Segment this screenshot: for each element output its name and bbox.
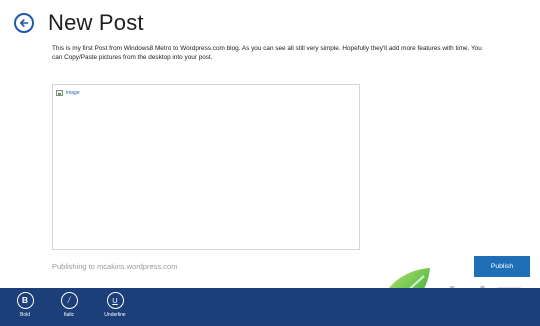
post-editor[interactable]: image [52, 84, 360, 250]
bold-label: Bold [19, 312, 30, 318]
image-placeholder[interactable]: image [56, 90, 80, 96]
bold-icon: B [16, 292, 34, 309]
italic-button[interactable]: / Italic [52, 292, 86, 318]
italic-label: Italic [63, 312, 75, 318]
bold-button[interactable]: B Bold [8, 292, 42, 318]
underline-label: Underline [104, 312, 126, 318]
publish-button[interactable]: Publish [474, 256, 530, 277]
post-body-text[interactable]: This is my first Post from Windows8 Metr… [52, 44, 492, 62]
publishing-to-text: Publishing to mcakins.wordpress.com [52, 262, 178, 271]
back-arrow-icon [19, 18, 29, 28]
app-bar: B Bold / Italic U Underline [0, 288, 540, 326]
underline-icon: U [106, 292, 124, 309]
header: New Post [14, 8, 144, 38]
image-icon [56, 90, 63, 96]
image-placeholder-label: image [66, 90, 80, 96]
back-button[interactable] [14, 13, 34, 33]
page-title: New Post [48, 10, 144, 35]
italic-icon: / [60, 292, 78, 309]
underline-button[interactable]: U Underline [98, 292, 132, 318]
new-post-screen: New Post This is my first Post from Wind… [0, 0, 540, 326]
